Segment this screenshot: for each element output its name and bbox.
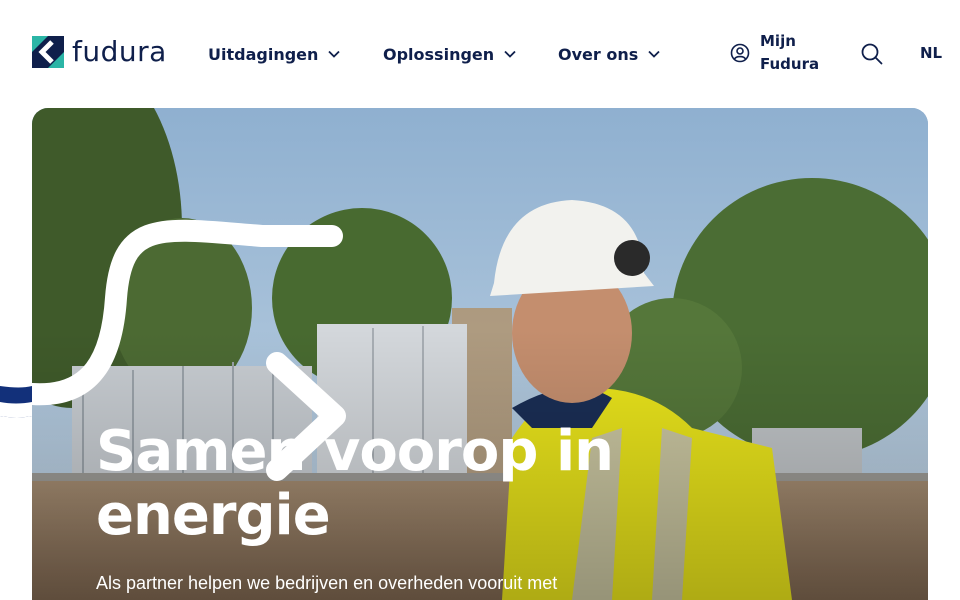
nav-label: Oplossingen xyxy=(383,44,495,64)
hero-subtitle: Als partner helpen we bedrijven en overh… xyxy=(96,573,558,593)
chevron-down-icon xyxy=(504,50,516,58)
mijn-fudura-label: Mijn Fudura xyxy=(760,32,820,73)
nav-oplossingen[interactable]: Oplossingen xyxy=(383,42,516,66)
search-icon[interactable] xyxy=(861,43,883,65)
mijn-fudura-link[interactable]: Mijn Fudura xyxy=(730,30,830,76)
fudura-logo-icon xyxy=(32,36,64,68)
nav-label: Over ons xyxy=(558,44,639,64)
arrow-tail-accent xyxy=(0,386,32,418)
chevron-down-icon xyxy=(328,50,341,58)
site-header: fudura Uitdagingen Oplossingen Over ons … xyxy=(0,0,960,108)
user-circle-icon xyxy=(730,43,750,63)
logo-wordmark: fudura xyxy=(72,35,167,68)
nav-uitdagingen[interactable]: Uitdagingen xyxy=(208,42,341,66)
nav-label: Uitdagingen xyxy=(208,44,319,64)
fudura-logo[interactable]: fudura xyxy=(32,36,167,68)
chevron-down-icon xyxy=(648,50,660,58)
hero-title: Samen voorop in energie xyxy=(96,419,614,548)
nav-over-ons[interactable]: Over ons xyxy=(558,42,660,66)
hero-banner: Samen voorop in energie Als partner help… xyxy=(32,108,928,600)
language-switcher[interactable]: NL xyxy=(920,44,942,62)
